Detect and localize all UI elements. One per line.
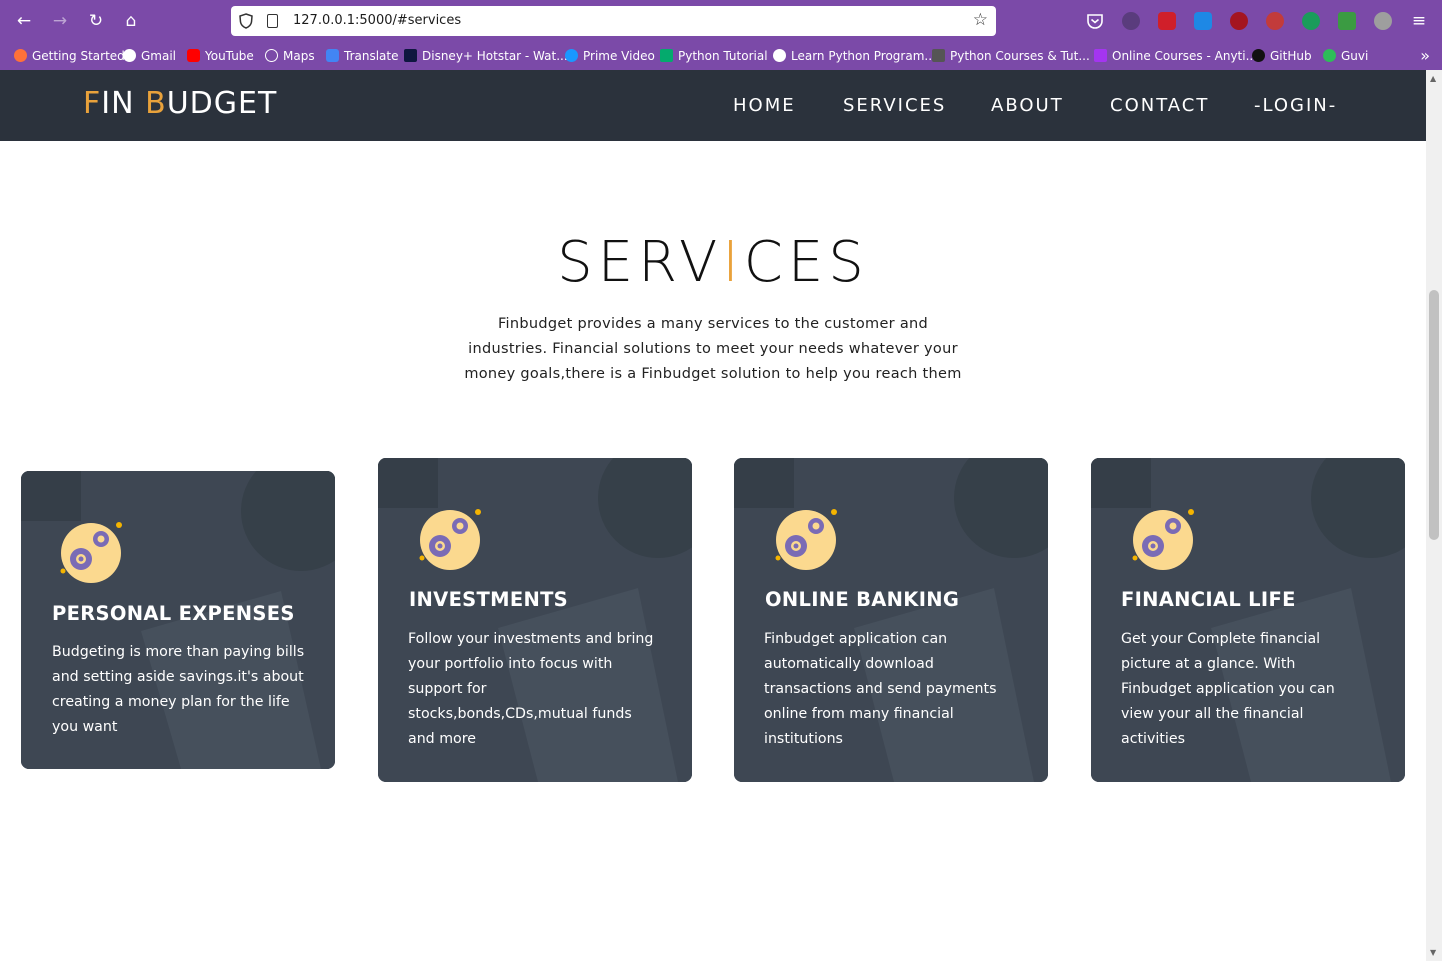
bookmark-getting-started[interactable]: Getting Started [14, 49, 125, 63]
address-bar[interactable]: 127.0.0.1:5000/#services ☆ [231, 6, 996, 36]
udemy-icon [1094, 49, 1107, 62]
bookmark-online-courses[interactable]: Online Courses - Anyti... [1094, 49, 1257, 63]
home-icon[interactable]: ⌂ [119, 9, 143, 33]
menu-icon[interactable]: ≡ [1410, 12, 1428, 30]
nav-about[interactable]: ABOUT [991, 95, 1064, 116]
guvi-icon [1323, 49, 1336, 62]
gears-icon [1132, 509, 1194, 570]
card-title: ONLINE BANKING [765, 588, 960, 611]
bookmark-maps[interactable]: Maps [265, 49, 315, 63]
extension-map-icon[interactable] [1338, 12, 1356, 30]
scroll-thumb[interactable] [1429, 290, 1439, 540]
extension-icon[interactable] [1122, 12, 1140, 30]
bookmark-learn-python[interactable]: Learn Python Program... [773, 49, 936, 63]
chevron-right-icon[interactable]: » [1420, 46, 1430, 65]
services-description: Finbudget provides a many services to th… [464, 316, 962, 382]
card-text: Follow your investments and bring your p… [408, 631, 654, 747]
service-card-personal-expenses[interactable]: PERSONAL EXPENSES Budgeting is more than… [21, 471, 335, 769]
github-icon [1252, 49, 1265, 62]
nav-services[interactable]: SERVICES [843, 95, 946, 116]
profile-icon[interactable] [1374, 12, 1392, 30]
firefox-icon [14, 49, 27, 62]
card-text: Get your Complete financial picture at a… [1121, 631, 1335, 747]
google-icon [123, 49, 136, 62]
extension-s-icon[interactable] [1194, 12, 1212, 30]
pocket-icon[interactable] [1086, 12, 1104, 30]
gears-icon [775, 509, 837, 570]
gears-icon [419, 509, 481, 570]
reload-icon[interactable]: ↻ [84, 9, 108, 33]
back-icon[interactable]: ← [12, 9, 36, 33]
extension-close-icon[interactable] [1266, 12, 1284, 30]
bookmark-python-courses[interactable]: Python Courses & Tut... [932, 49, 1090, 63]
service-card-investments[interactable]: INVESTMENTS Follow your investments and … [378, 458, 692, 782]
site-navbar: FIN BUDGET HOME SERVICES ABOUT CONTACT -… [0, 70, 1426, 141]
ublock-icon[interactable] [1230, 12, 1248, 30]
page-scrollbar[interactable]: ▲ ▼ [1426, 70, 1442, 961]
service-card-financial-life[interactable]: FINANCIAL LIFE Get your Complete financi… [1091, 458, 1405, 782]
programiz-icon [773, 49, 786, 62]
card-text: Finbudget application can automatically … [764, 631, 997, 747]
forward-icon[interactable]: → [48, 9, 72, 33]
service-card-online-banking[interactable]: ONLINE BANKING Finbudget application can… [734, 458, 1048, 782]
url-text[interactable]: 127.0.0.1:5000/#services [293, 13, 461, 28]
course-icon [932, 49, 945, 62]
bookmark-python-tutorial[interactable]: Python Tutorial [660, 49, 768, 63]
gears-icon [60, 522, 122, 583]
site-logo[interactable]: FIN BUDGET [83, 86, 277, 121]
browser-toolbar: ← → ↻ ⌂ 127.0.0.1:5000/#services ☆ ≡ [0, 0, 1442, 42]
card-text: Budgeting is more than paying bills and … [52, 644, 305, 735]
globe-icon [265, 49, 278, 62]
bookmark-github[interactable]: GitHub [1252, 49, 1312, 63]
prime-video-icon [565, 49, 578, 62]
scroll-up-icon[interactable]: ▲ [1430, 74, 1436, 83]
bookmarks-bar: Getting Started Gmail YouTube Maps Trans… [0, 42, 1442, 70]
bookmark-guvi[interactable]: Guvi [1323, 49, 1368, 63]
page-icon [267, 14, 278, 28]
bookmark-gmail[interactable]: Gmail [123, 49, 176, 63]
services-title: SERVICES [557, 230, 869, 295]
bookmark-hotstar[interactable]: Disney+ Hotstar - Wat... [404, 49, 568, 63]
page-viewport: FIN BUDGET HOME SERVICES ABOUT CONTACT -… [0, 70, 1426, 961]
bookmark-star-icon[interactable]: ☆ [973, 10, 988, 30]
w3schools-icon [660, 49, 673, 62]
bookmark-youtube[interactable]: YouTube [187, 49, 254, 63]
youtube-icon [187, 49, 200, 62]
bookmark-translate[interactable]: Translate [326, 49, 399, 63]
nav-login[interactable]: -LOGIN- [1254, 95, 1337, 116]
extension-check-icon[interactable] [1302, 12, 1320, 30]
card-title: PERSONAL EXPENSES [52, 602, 295, 625]
extension-red-icon[interactable] [1158, 12, 1176, 30]
scroll-down-icon[interactable]: ▼ [1430, 948, 1436, 957]
card-title: INVESTMENTS [409, 588, 569, 611]
nav-home[interactable]: HOME [733, 95, 796, 116]
hotstar-icon [404, 49, 417, 62]
card-title: FINANCIAL LIFE [1121, 588, 1296, 611]
shield-icon[interactable] [239, 13, 253, 29]
bookmark-prime-video[interactable]: Prime Video [565, 49, 655, 63]
translate-icon [326, 49, 339, 62]
nav-contact[interactable]: CONTACT [1110, 95, 1209, 116]
